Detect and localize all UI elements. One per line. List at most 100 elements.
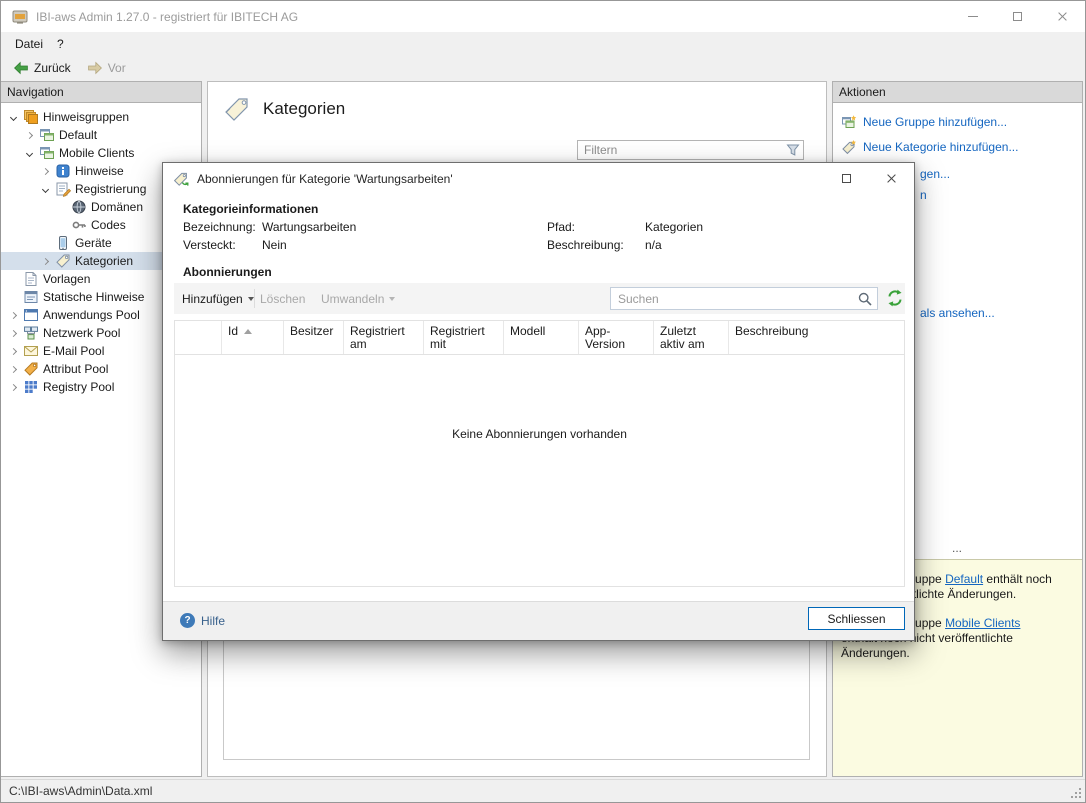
back-arrow-icon (13, 60, 29, 76)
section-header-abonnierungen: Abonnierungen (183, 265, 272, 279)
category-tag-icon (223, 95, 253, 123)
registry-pool-icon (23, 379, 39, 395)
attribute-pool-icon (23, 361, 39, 377)
subscriptions-table: IdBesitzerRegistriert am Registriert mit M… (174, 320, 905, 587)
chevron-down-icon[interactable] (25, 149, 32, 156)
tree-item-label: Kategorien (75, 254, 139, 268)
menu-help[interactable]: ? (50, 34, 71, 54)
default-group-link[interactable]: Default (945, 572, 983, 586)
chevron-right-icon[interactable] (9, 311, 16, 318)
column-header-label: Zuletzt aktiv am (660, 325, 722, 351)
empty-table-message: Keine Abonnierungen vorhanden (175, 355, 904, 441)
tree-item-label: Statische Hinweise (43, 290, 150, 304)
magnifier-icon (857, 291, 873, 307)
column-header-label: Registriert am (350, 325, 417, 351)
search-input[interactable] (611, 288, 877, 309)
column-header-label: App-Version (585, 325, 647, 351)
forward-button[interactable]: Vor (83, 58, 130, 78)
chevron-right-icon[interactable] (9, 383, 16, 390)
back-button[interactable]: Zurück (9, 58, 75, 78)
chevron-right-icon[interactable] (9, 347, 16, 354)
hinzufuegen-label: Hinzufügen (182, 292, 243, 306)
column-header-registriert-am[interactable]: Registriert am (344, 321, 424, 354)
chevron-down-icon[interactable] (41, 185, 48, 192)
chevron-right-icon[interactable] (25, 131, 32, 138)
chevron-right-icon[interactable] (41, 167, 48, 174)
close-button[interactable] (1040, 1, 1085, 32)
app-icon (12, 9, 28, 25)
window-controls (950, 1, 1085, 32)
maximize-button[interactable] (995, 1, 1040, 32)
app-pool-icon (23, 307, 39, 323)
help-label: Hilfe (201, 614, 225, 628)
loeschen-button[interactable]: Löschen (252, 283, 313, 314)
hinzufuegen-button[interactable]: Hinzufügen (174, 283, 262, 314)
mail-pool-icon (23, 343, 39, 359)
tree-item-mobile-clients[interactable]: Mobile Clients (1, 144, 201, 162)
occluded-action-link-fragment-1[interactable]: gen... (920, 167, 950, 181)
group-icon (39, 145, 55, 161)
tree-item-label: Netzwerk Pool (43, 326, 126, 340)
mobile-clients-group-link[interactable]: Mobile Clients (945, 616, 1020, 630)
tree-item-default[interactable]: Default (1, 126, 201, 144)
column-header-zuletzt-aktiv-am[interactable]: Zuletzt aktiv am (654, 321, 729, 354)
dialog-window-controls (824, 163, 914, 194)
pfad-label: Pfad: (547, 220, 575, 234)
column-header-selector[interactable] (175, 321, 222, 354)
menubar: Datei ? (1, 32, 1085, 55)
dialog-close-button[interactable] (869, 163, 914, 194)
back-label: Zurück (34, 61, 71, 75)
tree-item-label: Hinweisgruppen (43, 110, 135, 124)
umwandeln-button[interactable]: Umwandeln (313, 283, 403, 314)
occluded-action-link-fragment-2[interactable]: n (920, 188, 927, 202)
action-neue-gruppe-hinzufuegen[interactable]: Neue Gruppe hinzufügen... (833, 109, 1082, 134)
versteckt-label: Versteckt: (183, 238, 236, 252)
tree-item-label: Vorlagen (43, 272, 96, 286)
occluded-text-fragment: ... (952, 541, 962, 555)
chevron-down-icon[interactable] (9, 113, 16, 120)
funnel-icon[interactable] (785, 142, 801, 158)
help-button[interactable]: Hilfe (180, 613, 225, 628)
group-icon (39, 127, 55, 143)
navigation-panel-header: Navigation (1, 82, 201, 103)
beschreibung-label: Beschreibung: (547, 238, 624, 252)
content-header: Kategorien (223, 95, 345, 123)
column-header-beschreibung[interactable]: Beschreibung (729, 321, 904, 354)
chevron-right-icon[interactable] (41, 257, 48, 264)
notice-groups-icon (23, 109, 39, 125)
column-header-modell[interactable]: Modell (504, 321, 579, 354)
new-group-icon (841, 114, 857, 130)
schliessen-button[interactable]: Schliessen (808, 607, 905, 630)
network-pool-icon (23, 325, 39, 341)
dialog-maximize-button[interactable] (824, 163, 869, 194)
actions-panel-header: Aktionen (833, 82, 1082, 103)
resize-grip-icon[interactable] (1071, 788, 1082, 799)
tree-item-label: Geräte (75, 236, 118, 250)
chevron-right-icon[interactable] (9, 365, 16, 372)
filter-box (577, 140, 804, 160)
loeschen-label: Löschen (260, 292, 305, 306)
column-header-label: Registriert mit (430, 325, 497, 351)
action-neue-kategorie-hinzufuegen[interactable]: Neue Kategorie hinzufügen... (833, 134, 1082, 159)
tree-item-label: Registrierung (75, 182, 152, 196)
chevron-right-icon[interactable] (9, 329, 16, 336)
menu-datei[interactable]: Datei (8, 34, 50, 54)
titlebar: IBI-aws Admin 1.27.0 - registriert für I… (1, 1, 1085, 32)
subscriptions-toolbar: Hinzufügen Löschen Umwandeln (174, 283, 905, 314)
column-header-app-version[interactable]: App-Version (579, 321, 654, 354)
filter-input[interactable] (578, 143, 785, 157)
occluded-action-link-fragment-3[interactable]: als ansehen... (920, 306, 995, 320)
minimize-button[interactable] (950, 1, 995, 32)
subscriptions-dialog: Abonnierungen für Kategorie 'Wartungsarb… (162, 162, 915, 641)
tree-item-hinweisgruppen[interactable]: Hinweisgruppen (1, 108, 201, 126)
column-header-label: Modell (510, 325, 545, 338)
dialog-titlebar: Abonnierungen für Kategorie 'Wartungsarb… (163, 163, 914, 194)
column-header-besitzer[interactable]: Besitzer (284, 321, 344, 354)
refresh-button[interactable] (886, 289, 904, 307)
column-header-registriert-mit[interactable]: Registriert mit (424, 321, 504, 354)
forward-arrow-icon (87, 60, 103, 76)
tag-icon (55, 253, 71, 269)
column-header-id[interactable]: Id (222, 321, 284, 354)
tree-item-label: Default (59, 128, 103, 142)
tree-item-label: Hinweise (75, 164, 130, 178)
